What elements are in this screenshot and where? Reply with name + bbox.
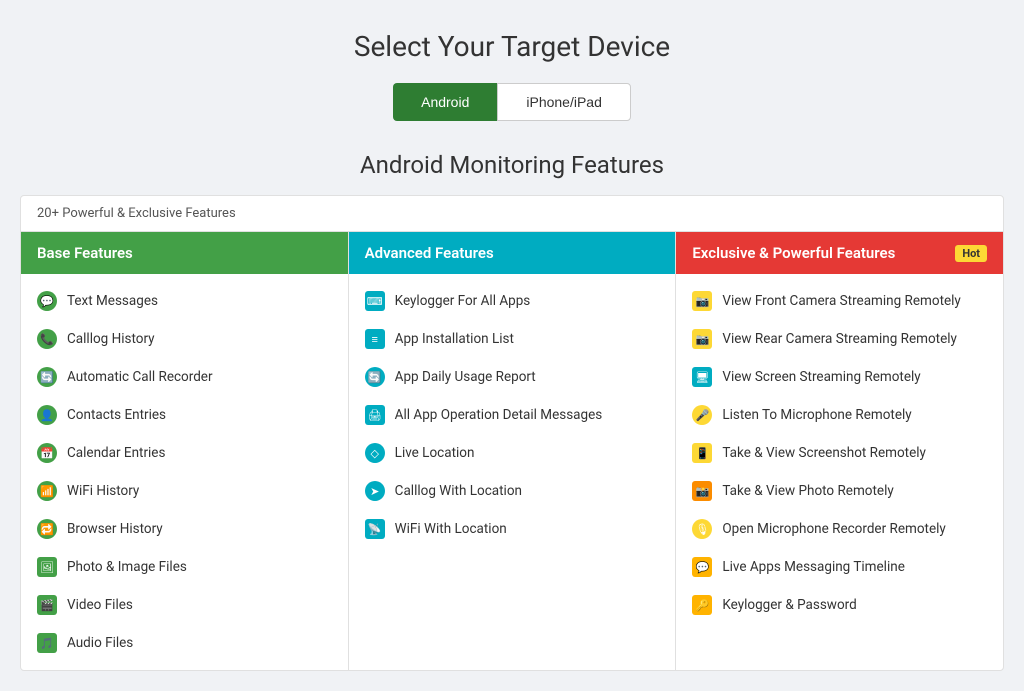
keylogger-password-icon: 🔑 <box>692 595 712 615</box>
advanced-feature-list: ⌨ Keylogger For All Apps ≡ App Installat… <box>349 274 676 556</box>
list-item[interactable]: ⌨ Keylogger For All Apps <box>349 282 676 320</box>
list-item[interactable]: 🖼 Photo & Image Files <box>21 548 348 586</box>
list-item[interactable]: 📷 View Front Camera Streaming Remotely <box>676 282 1003 320</box>
list-item[interactable]: 💬 Live Apps Messaging Timeline <box>676 548 1003 586</box>
list-item[interactable]: 🎬 Video Files <box>21 586 348 624</box>
location-icon: ◇ <box>365 443 385 463</box>
phone-icon: 📞 <box>37 329 57 349</box>
exclusive-feature-list: 📷 View Front Camera Streaming Remotely 📷… <box>676 274 1003 632</box>
list-item[interactable]: ◇ Live Location <box>349 434 676 472</box>
column-exclusive: Exclusive & Powerful Features Hot 📷 View… <box>676 232 1003 670</box>
list-item[interactable]: ≡ App Installation List <box>349 320 676 358</box>
calendar-icon: 📅 <box>37 443 57 463</box>
list-item[interactable]: 📶 WiFi History <box>21 472 348 510</box>
tab-android[interactable]: Android <box>393 83 497 121</box>
hot-badge: Hot <box>955 245 987 262</box>
applist-icon: ≡ <box>365 329 385 349</box>
mic-recorder-icon: 🎙 <box>692 519 712 539</box>
page-title: Select Your Target Device <box>20 30 1004 63</box>
list-item[interactable]: 🎙 Open Microphone Recorder Remotely <box>676 510 1003 548</box>
photo-remote-icon: 📸 <box>692 481 712 501</box>
list-item[interactable]: 📅 Calendar Entries <box>21 434 348 472</box>
keylogger-icon: ⌨ <box>365 291 385 311</box>
audio-icon: 🎵 <box>37 633 57 653</box>
messaging-timeline-icon: 💬 <box>692 557 712 577</box>
screen-stream-icon: 🖥 <box>692 367 712 387</box>
features-container: 20+ Powerful & Exclusive Features Base F… <box>20 195 1004 671</box>
mic-icon: 🎤 <box>692 405 712 425</box>
column-header-base: Base Features <box>21 232 348 274</box>
list-item[interactable]: 🎤 Listen To Microphone Remotely <box>676 396 1003 434</box>
column-header-advanced: Advanced Features <box>349 232 676 274</box>
list-item[interactable]: 💬 Text Messages <box>21 282 348 320</box>
list-item[interactable]: 📷 View Rear Camera Streaming Remotely <box>676 320 1003 358</box>
list-item[interactable]: 🖥 View Screen Streaming Remotely <box>676 358 1003 396</box>
list-item[interactable]: 🎵 Audio Files <box>21 624 348 662</box>
record-icon: 🔄 <box>37 367 57 387</box>
column-header-exclusive: Exclusive & Powerful Features Hot <box>676 232 1003 274</box>
features-tagline: 20+ Powerful & Exclusive Features <box>21 196 1003 232</box>
contact-icon: 👤 <box>37 405 57 425</box>
chat-icon: 💬 <box>37 291 57 311</box>
list-item[interactable]: 👤 Contacts Entries <box>21 396 348 434</box>
wifi-location-icon: 📡 <box>365 519 385 539</box>
appop-icon: 🖨 <box>365 405 385 425</box>
device-tab-group: Android iPhone/iPad <box>20 83 1004 121</box>
columns-wrapper: Base Features 💬 Text Messages 📞 Calllog … <box>21 232 1003 670</box>
usage-icon: 🔄 <box>365 367 385 387</box>
wifi-icon: 📶 <box>37 481 57 501</box>
list-item[interactable]: 🖨 All App Operation Detail Messages <box>349 396 676 434</box>
browser-icon: 🔁 <box>37 519 57 539</box>
video-icon: 🎬 <box>37 595 57 615</box>
rear-camera-icon: 📷 <box>692 329 712 349</box>
column-advanced: Advanced Features ⌨ Keylogger For All Ap… <box>349 232 677 670</box>
photo-icon: 🖼 <box>37 557 57 577</box>
list-item[interactable]: 📱 Take & View Screenshot Remotely <box>676 434 1003 472</box>
list-item[interactable]: 🔑 Keylogger & Password <box>676 586 1003 624</box>
list-item[interactable]: 🔄 Automatic Call Recorder <box>21 358 348 396</box>
section-title: Android Monitoring Features <box>20 151 1004 179</box>
calllog-location-icon: ➤ <box>365 481 385 501</box>
screenshot-icon: 📱 <box>692 443 712 463</box>
front-camera-icon: 📷 <box>692 291 712 311</box>
list-item[interactable]: ➤ Calllog With Location <box>349 472 676 510</box>
list-item[interactable]: 🔁 Browser History <box>21 510 348 548</box>
tab-iphone[interactable]: iPhone/iPad <box>497 83 631 121</box>
list-item[interactable]: 📞 Calllog History <box>21 320 348 358</box>
list-item[interactable]: 📸 Take & View Photo Remotely <box>676 472 1003 510</box>
column-base: Base Features 💬 Text Messages 📞 Calllog … <box>21 232 349 670</box>
base-feature-list: 💬 Text Messages 📞 Calllog History 🔄 Auto… <box>21 274 348 670</box>
list-item[interactable]: 🔄 App Daily Usage Report <box>349 358 676 396</box>
list-item[interactable]: 📡 WiFi With Location <box>349 510 676 548</box>
